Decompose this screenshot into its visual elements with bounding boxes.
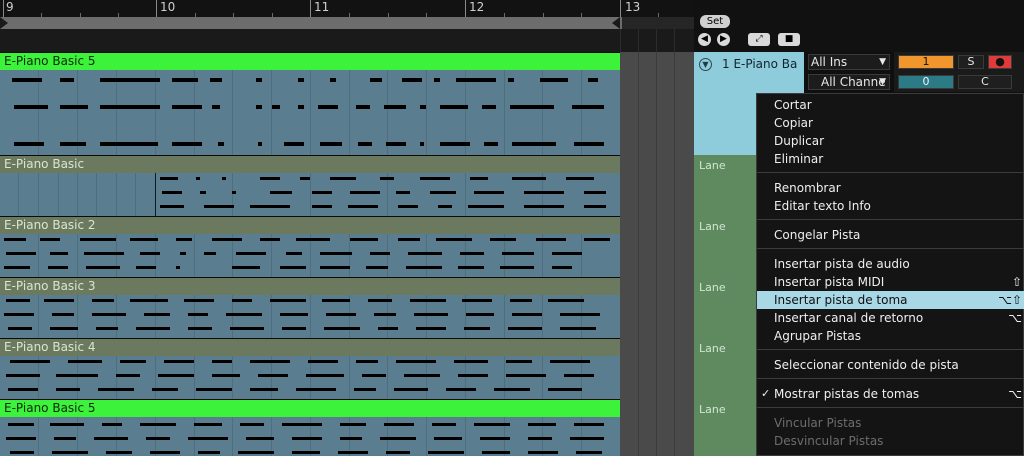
lane-header[interactable]: Lane (694, 277, 758, 338)
empty-arrangement-area[interactable] (620, 399, 694, 456)
menu-item-desvincular-pistas: Desvincular Pistas (774, 434, 884, 448)
clip-name[interactable]: E-Piano Basic 2 (0, 217, 620, 234)
bar-marker (465, 0, 466, 17)
take-lane-3[interactable]: E-Piano Basic 3 (0, 277, 620, 339)
bar-marker (310, 0, 311, 17)
menu-item-label: Insertar pista de toma (774, 293, 908, 307)
midi-clip[interactable] (0, 356, 620, 400)
loop-brace-empty (622, 17, 694, 29)
menu-item-label: Mostrar pistas de tomas (774, 387, 920, 401)
record-arm-icon[interactable]: ● (988, 55, 1012, 69)
menu-shortcut: ⌥ (1008, 311, 1022, 325)
menu-separator (757, 172, 1024, 173)
track-name[interactable]: 1 E-Piano Ba (722, 57, 797, 71)
crossfade-button[interactable]: C (958, 75, 1012, 89)
solo-button[interactable]: S (958, 55, 984, 69)
input-channel-select[interactable]: All Channe ▼ (808, 74, 890, 90)
track-number[interactable]: 1 (898, 55, 954, 69)
menu-shortcut: ⌥ (1008, 387, 1022, 401)
menu-item-eliminar[interactable]: Eliminar (757, 150, 1024, 168)
bar-marker (620, 0, 621, 17)
loop-start-icon[interactable] (0, 17, 8, 29)
arrangement-view: 9 10 11 12 13 E-Piano Basic 5 E-Piano Ba… (0, 0, 1024, 456)
menu-item-insertar-canal-retorno[interactable]: Insertar canal de retorno ⌥ (757, 309, 1024, 327)
menu-item-label: Insertar pista MIDI (774, 275, 885, 289)
midi-clip[interactable] (0, 234, 620, 278)
input-type-value: All Ins (811, 55, 848, 69)
mixer-header (694, 0, 1024, 52)
menu-item-agrupar-pistas[interactable]: Agrupar Pistas (757, 327, 1024, 345)
set-button[interactable]: Set (700, 15, 730, 28)
menu-item-congelar-pista[interactable]: Congelar Pista (757, 226, 1024, 244)
bar-marker (156, 0, 157, 17)
midi-clip[interactable] (0, 417, 620, 456)
take-lane-1[interactable]: E-Piano Basic (0, 155, 620, 217)
menu-separator (757, 349, 1024, 350)
take-lane-5[interactable]: E-Piano Basic 5 (0, 399, 620, 456)
loop-brace[interactable] (0, 17, 622, 29)
track-volume[interactable]: 0 (898, 75, 954, 89)
menu-item-editar-texto-info[interactable]: Editar texto Info (757, 197, 1024, 215)
menu-shortcut: ⌥⇧ (998, 293, 1022, 307)
take-lane-track[interactable]: E-Piano Basic 5 (0, 52, 620, 156)
menu-item-copiar[interactable]: Copiar (757, 114, 1024, 132)
empty-arrangement-area[interactable] (620, 216, 694, 277)
menu-item-mostrar-pistas-tomas[interactable]: ✓ Mostrar pistas de tomas ⌥ (757, 385, 1024, 403)
input-channel-value: All Channe (821, 75, 886, 89)
empty-arrangement-area[interactable] (620, 338, 694, 399)
clip-name[interactable]: E-Piano Basic 4 (0, 339, 620, 356)
expand-icon[interactable]: ⤢ (748, 33, 770, 46)
context-menu: Cortar Copiar Duplicar Eliminar Renombra… (756, 93, 1024, 456)
empty-arrangement-area[interactable] (620, 277, 694, 338)
empty-arrangement-area[interactable] (620, 52, 694, 155)
bar-number-10: 10 (160, 0, 176, 14)
midi-clip[interactable] (0, 173, 620, 217)
take-lane-2[interactable]: E-Piano Basic 2 (0, 216, 620, 278)
menu-item-insertar-pista-midi[interactable]: Insertar pista MIDI ⇧ (757, 273, 1024, 291)
clip-name[interactable]: E-Piano Basic 5 (0, 400, 620, 417)
fold-icon[interactable]: ▼ (699, 58, 712, 71)
take-lane-4[interactable]: E-Piano Basic 4 (0, 338, 620, 400)
chevron-down-icon: ▼ (879, 57, 886, 67)
clip-name[interactable]: E-Piano Basic 3 (0, 278, 620, 295)
menu-item-insertar-pista-toma[interactable]: Insertar pista de toma ⌥⇧ (757, 291, 1024, 309)
bar-number-9: 9 (6, 0, 14, 14)
bar-number-13: 13 (625, 0, 641, 14)
lock-icon[interactable]: ■ (778, 33, 800, 46)
menu-item-renombrar[interactable]: Renombrar (757, 179, 1024, 197)
midi-clip[interactable] (0, 295, 620, 339)
menu-separator (757, 248, 1024, 249)
menu-item-seleccionar-contenido[interactable]: Seleccionar contenido de pista (757, 356, 1024, 374)
loop-end-icon[interactable] (612, 17, 620, 29)
forward-icon[interactable]: ▶ (717, 33, 730, 46)
lane-header[interactable]: Lane (694, 155, 758, 216)
menu-separator (757, 407, 1024, 408)
chevron-down-icon: ▼ (879, 77, 886, 87)
midi-clip[interactable] (0, 70, 620, 156)
clip-name[interactable]: E-Piano Basic 5 (0, 53, 620, 70)
menu-separator (757, 219, 1024, 220)
bar-number-11: 11 (314, 0, 330, 14)
input-type-select[interactable]: All Ins ▼ (808, 54, 890, 70)
menu-separator (757, 378, 1024, 379)
back-icon[interactable]: ◀ (698, 33, 711, 46)
empty-arrangement-area[interactable] (620, 155, 694, 216)
checkmark-icon: ✓ (761, 387, 771, 400)
menu-item-duplicar[interactable]: Duplicar (757, 132, 1024, 150)
lane-header[interactable]: Lane (694, 216, 758, 277)
beat-time-ruler[interactable]: 9 10 11 12 13 (0, 0, 694, 18)
menu-item-insertar-pista-audio[interactable]: Insertar pista de audio (757, 255, 1024, 273)
menu-shortcut: ⇧ (1011, 275, 1022, 289)
scrub-area[interactable] (0, 29, 694, 52)
bar-marker (3, 0, 4, 17)
bar-number-12: 12 (469, 0, 485, 14)
menu-item-label: Insertar canal de retorno (774, 311, 924, 325)
lane-header[interactable]: Lane (694, 338, 758, 399)
lane-header[interactable]: Lane (694, 399, 758, 456)
menu-item-cortar[interactable]: Cortar (757, 96, 1024, 114)
clip-name[interactable]: E-Piano Basic (0, 156, 620, 173)
menu-item-vincular-pistas: Vincular Pistas (774, 416, 862, 430)
